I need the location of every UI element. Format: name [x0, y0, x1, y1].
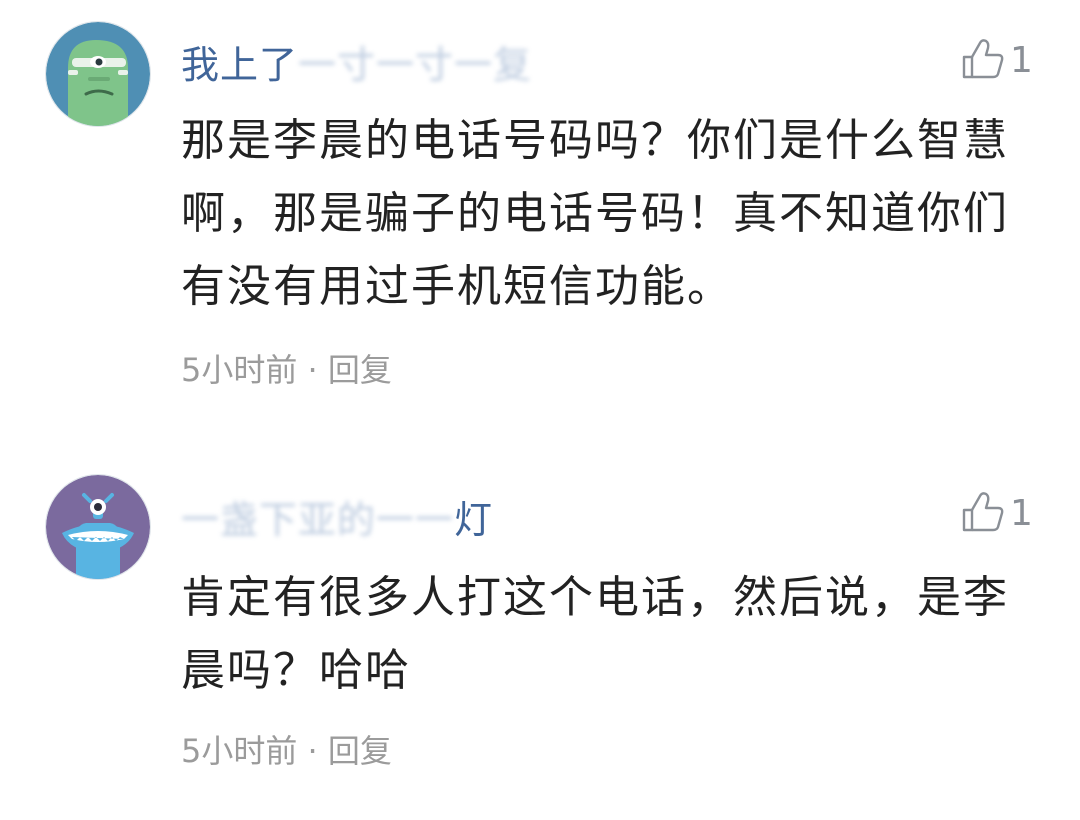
username[interactable]: 一盏下亚的一一灯 — [181, 497, 493, 543]
reply-button[interactable]: 回复 — [328, 732, 392, 770]
meta-separator: · — [307, 351, 318, 389]
username-obscured: 一盏下亚的一一 — [181, 498, 455, 542]
meta-separator: · — [307, 732, 318, 770]
like-count: 1 — [1010, 493, 1033, 534]
username-visible: 我上了 — [181, 43, 299, 87]
comment-item: 一盏下亚的一一灯 1 肯定有很多人打这个电话，然后说，是李晨吗？哈哈 5小时前 … — [0, 455, 1080, 820]
comment-time: 5小时前 — [181, 351, 298, 389]
reply-button[interactable]: 回复 — [328, 351, 392, 389]
avatar[interactable] — [46, 475, 150, 579]
comment-meta: 5小时前 · 回复 — [181, 350, 392, 390]
username-visible: 灯 — [454, 498, 494, 542]
comment-item: 我上了一寸一寸一复 1 那是李晨的电话号码吗？你们是什么智慧啊，那是骗子的电话号… — [0, 0, 1080, 430]
avatar[interactable] — [46, 22, 150, 126]
username[interactable]: 我上了一寸一寸一复 — [181, 42, 532, 88]
comment-time: 5小时前 — [181, 732, 298, 770]
comment-list: 我上了一寸一寸一复 1 那是李晨的电话号码吗？你们是什么智慧啊，那是骗子的电话号… — [0, 0, 1080, 820]
thumb-up-outline-icon — [960, 490, 1006, 538]
blue-monster-icon — [46, 475, 150, 579]
comment-body: 那是李晨的电话号码吗？你们是什么智慧啊，那是骗子的电话号码！真不知道你们有没有用… — [181, 115, 1009, 312]
comment-body: 肯定有很多人打这个电话，然后说，是李晨吗？哈哈 — [181, 572, 1009, 696]
thumb-up-outline-icon — [960, 37, 1006, 85]
like-count: 1 — [1010, 40, 1033, 81]
comment-meta: 5小时前 · 回复 — [181, 731, 392, 771]
like-button[interactable]: 1 — [960, 489, 1033, 539]
username-obscured: 一寸一寸一复 — [298, 43, 533, 87]
like-button[interactable]: 1 — [960, 36, 1033, 86]
green-monster-icon — [46, 22, 150, 126]
